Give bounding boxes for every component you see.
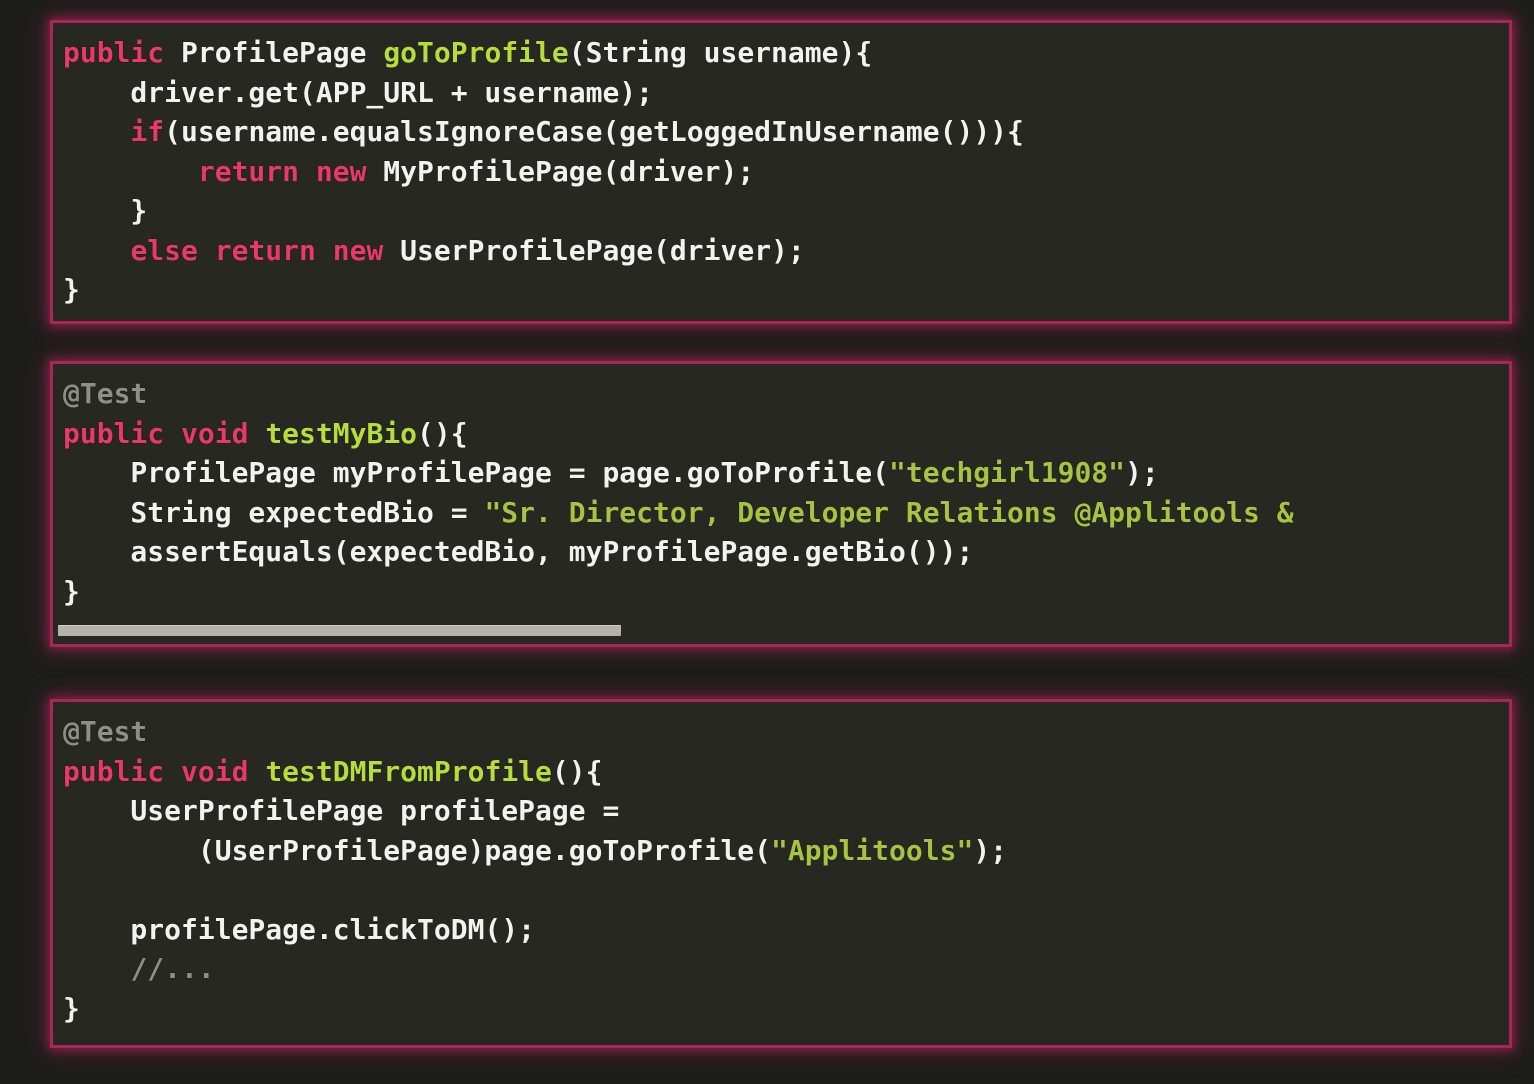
- code-line: if(username.equalsIgnoreCase(getLoggedIn…: [63, 112, 1509, 152]
- code-token: profilePage.clickToDM();: [63, 912, 536, 946]
- code-token: ProfilePage myProfilePage = page.goToPro…: [63, 456, 890, 489]
- code-line: }: [63, 989, 1509, 1029]
- code-token: return: [214, 233, 316, 267]
- code-token: public: [63, 36, 165, 69]
- code-line: String expectedBio = "Sr. Director, Deve…: [63, 493, 1509, 533]
- horizontal-scrollbar[interactable]: [57, 625, 1505, 636]
- code-token: void: [181, 754, 249, 788]
- code-line: }: [63, 270, 1509, 310]
- code-panel-goToProfile: public ProfilePage goToProfile(String us…: [50, 20, 1512, 324]
- code-token: MyProfilePage(driver);: [366, 154, 755, 188]
- code-block: public ProfilePage goToProfile(String us…: [53, 33, 1509, 310]
- code-line: }: [63, 191, 1509, 231]
- code-line: driver.get(APP_URL + username);: [63, 73, 1509, 113]
- code-token: if: [130, 115, 165, 148]
- code-token: else: [130, 233, 198, 267]
- code-token: return: [197, 154, 300, 188]
- code-token: UserProfilePage(driver);: [383, 233, 805, 267]
- code-token: ProfilePage: [164, 36, 384, 69]
- code-line: profilePage.clickToDM();: [63, 910, 1509, 950]
- code-token: assertEquals(expectedBio, myProfilePage.…: [63, 535, 974, 568]
- code-panel-testDMFromProfile: @Test public void testDMFromProfile(){ Us…: [50, 699, 1512, 1048]
- code-panel-testMyBio: @Test public void testMyBio(){ ProfilePag…: [50, 361, 1512, 647]
- code-token: "Applitools": [771, 833, 974, 867]
- code-token: testDMFromProfile: [265, 754, 552, 788]
- code-panel-body: @Test public void testDMFromProfile(){ Us…: [53, 702, 1509, 1045]
- code-panel-body: @Test public void testMyBio(){ ProfilePag…: [53, 364, 1509, 644]
- code-token: );: [973, 833, 1008, 867]
- code-token: //...: [130, 952, 215, 985]
- code-token: }: [63, 273, 80, 306]
- code-token: );: [1125, 456, 1159, 489]
- code-token: "techgirl1908": [889, 456, 1126, 489]
- code-token: goToProfile: [383, 36, 569, 69]
- code-line: }: [63, 572, 1509, 612]
- code-line: UserProfilePage profilePage =: [63, 791, 1509, 831]
- code-line: ProfilePage myProfilePage = page.goToPro…: [63, 453, 1509, 493]
- code-token: (UserProfilePage)page.goToProfile(: [63, 833, 772, 867]
- code-token: driver.get(APP_URL + username);: [63, 75, 654, 109]
- code-token: }: [63, 574, 80, 608]
- code-line: return new MyProfilePage(driver);: [63, 152, 1509, 192]
- code-token: @Test: [63, 715, 148, 748]
- code-token: }: [63, 194, 148, 227]
- code-token: testMyBio: [265, 416, 418, 450]
- code-line: @Test: [63, 712, 1509, 752]
- code-panel-body: public ProfilePage goToProfile(String us…: [53, 23, 1509, 321]
- code-token: public: [63, 416, 165, 450]
- code-token: String expectedBio =: [63, 495, 485, 529]
- code-token: new: [315, 154, 367, 188]
- code-line: public void testMyBio(){: [63, 414, 1509, 454]
- code-token: new: [332, 233, 384, 267]
- code-line: public ProfilePage goToProfile(String us…: [63, 33, 1509, 73]
- code-token: @Test: [63, 377, 148, 410]
- code-token: (){: [551, 754, 603, 788]
- code-line: assertEquals(expectedBio, myProfilePage.…: [63, 532, 1509, 572]
- code-token: UserProfilePage profilePage =: [63, 794, 620, 827]
- code-line: @Test: [63, 374, 1509, 414]
- code-line: (UserProfilePage)page.goToProfile("Appli…: [63, 831, 1509, 871]
- code-line: else return new UserProfilePage(driver);: [63, 231, 1509, 271]
- code-token: }: [63, 991, 80, 1025]
- code-block: @Test public void testDMFromProfile(){ Us…: [53, 712, 1509, 1028]
- code-line: //...: [63, 949, 1509, 989]
- code-token: (){: [417, 416, 468, 450]
- code-token: (username.equalsIgnoreCase(getLoggedInUs…: [164, 115, 1024, 148]
- code-token: (String username){: [568, 36, 873, 69]
- code-token: "Sr. Director, Developer Relations @Appl…: [484, 495, 1294, 529]
- code-token: public: [63, 754, 165, 788]
- code-token: void: [181, 416, 249, 450]
- horizontal-scrollbar-thumb[interactable]: [58, 625, 621, 636]
- code-block: @Test public void testMyBio(){ ProfilePag…: [53, 374, 1509, 611]
- slide-canvas: public ProfilePage goToProfile(String us…: [0, 0, 1534, 1084]
- code-line: public void testDMFromProfile(){: [63, 752, 1509, 792]
